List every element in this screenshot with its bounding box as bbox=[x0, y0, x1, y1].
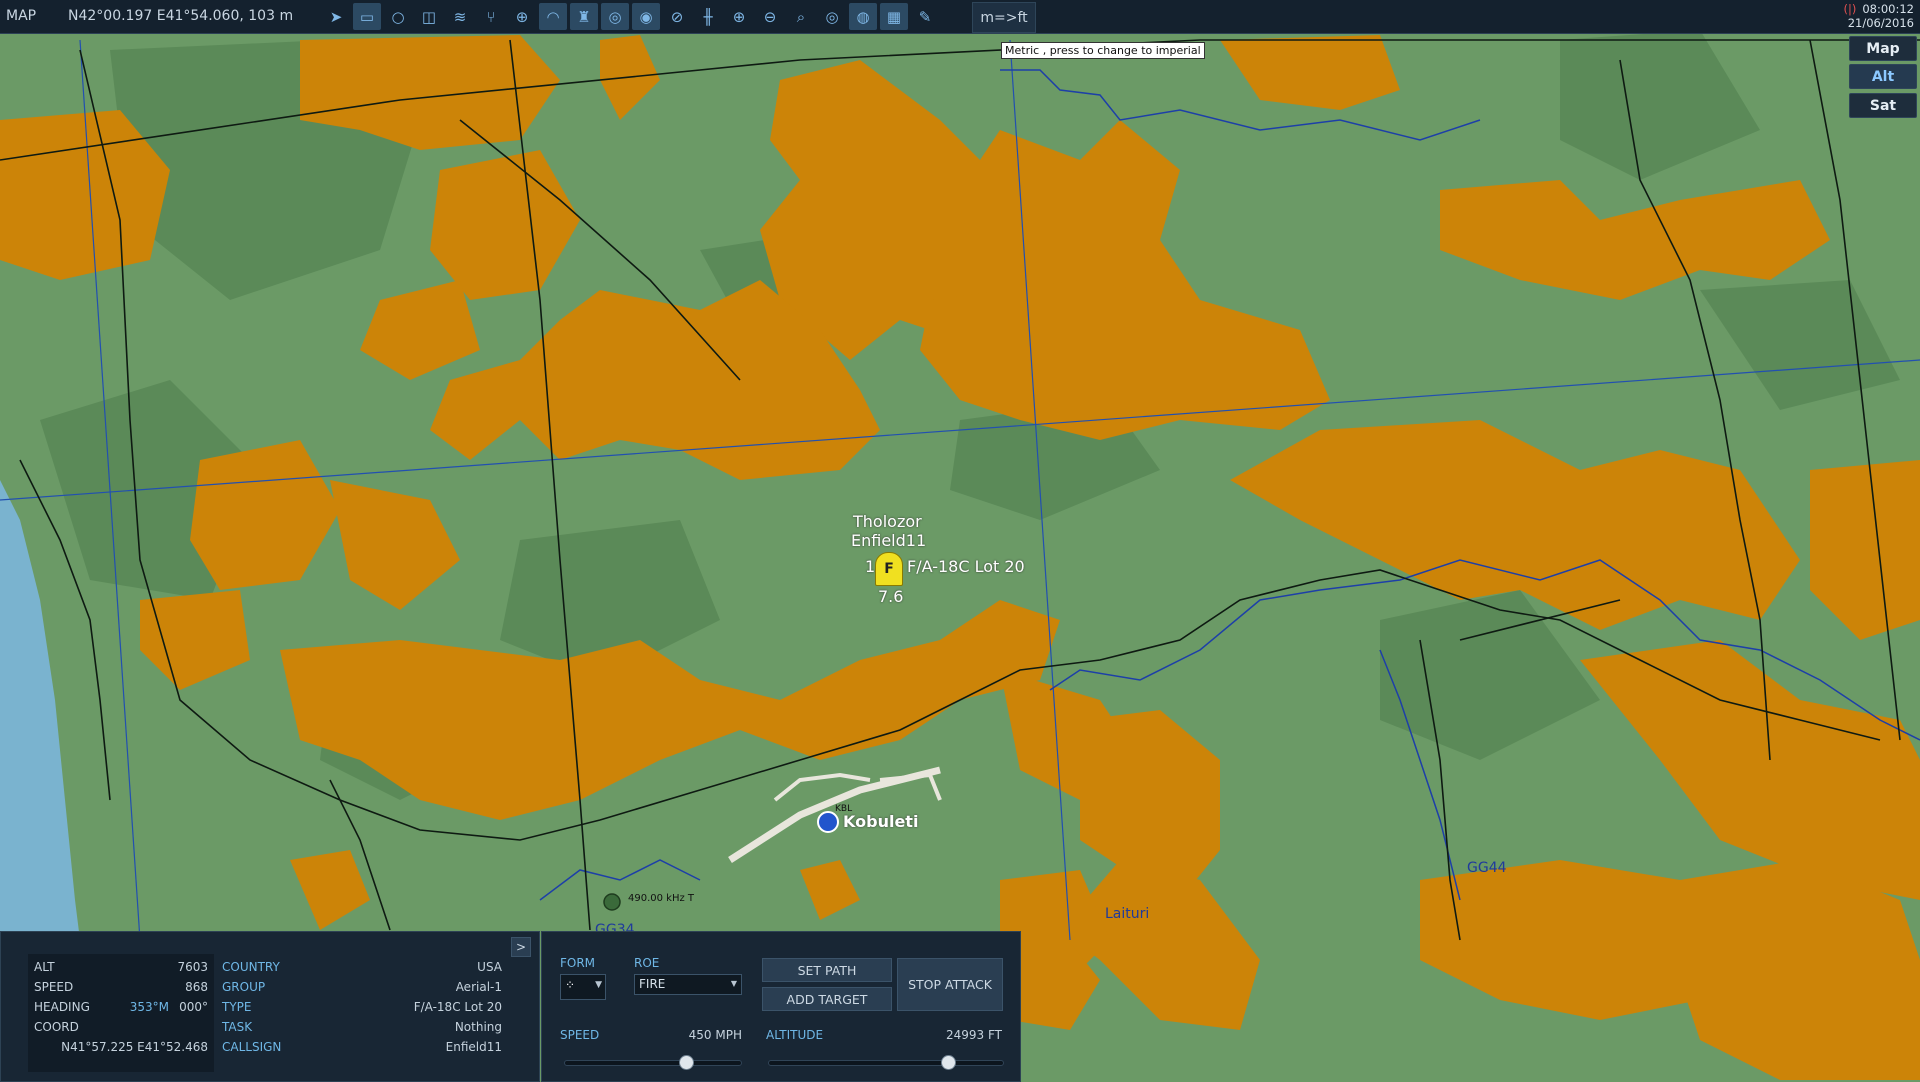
set-path-button[interactable]: SET PATH bbox=[762, 958, 892, 982]
callsign-value: Enfield11 bbox=[445, 1040, 502, 1054]
roe-label: ROE bbox=[634, 956, 660, 970]
type-label: TYPE bbox=[222, 1000, 252, 1014]
chevron-down-icon: ▼ bbox=[730, 979, 737, 988]
unit-callsign: Enfield11 bbox=[851, 531, 927, 550]
split-icon[interactable]: ⑂ bbox=[477, 3, 505, 30]
signal-strength-icon: (|) bbox=[1843, 2, 1857, 16]
wifi-icon[interactable]: ◠ bbox=[539, 3, 567, 30]
type-value: F/A-18C Lot 20 bbox=[413, 1000, 502, 1014]
unit-player-name: Tholozor bbox=[853, 512, 922, 531]
radar-icon[interactable]: ◎ bbox=[601, 3, 629, 30]
globe-icon[interactable]: ◍ bbox=[849, 3, 877, 30]
chevron-down-icon: ▼ bbox=[595, 980, 602, 990]
unit-type: F/A-18C Lot 20 bbox=[907, 557, 1025, 576]
group-value: Aerial-1 bbox=[455, 980, 502, 994]
road-icon[interactable]: ≋ bbox=[446, 3, 474, 30]
circle-icon[interactable]: ○ bbox=[384, 3, 412, 30]
clock: (|) 08:00:12 21/06/2016 bbox=[1843, 2, 1914, 30]
unit-marker-icon[interactable]: F bbox=[875, 552, 903, 586]
expand-panel-button[interactable]: > bbox=[511, 937, 531, 957]
roe-dropdown[interactable]: FIRE ▼ bbox=[634, 974, 742, 995]
layers-icon[interactable]: ◫ bbox=[415, 3, 443, 30]
unit-toggle-button[interactable]: m=>ft bbox=[972, 2, 1036, 33]
unit-count: 1 bbox=[865, 557, 876, 576]
country-value: USA bbox=[477, 960, 502, 974]
airfield-name[interactable]: Kobuleti bbox=[843, 812, 918, 831]
altitude-slider-handle[interactable] bbox=[941, 1055, 957, 1070]
speed-label: SPEED bbox=[34, 980, 74, 994]
ndb-frequency: 490.00 kHz T bbox=[628, 893, 695, 904]
ndb-beacon-icon[interactable] bbox=[603, 893, 621, 911]
coord-value: N41°57.225 E41°52.468 bbox=[61, 1040, 208, 1054]
map-type-map-button[interactable]: Map bbox=[1849, 36, 1917, 61]
altitude-slider[interactable] bbox=[768, 1055, 1004, 1070]
clock-date: 21/06/2016 bbox=[1847, 16, 1914, 30]
unit-info-panel: > ALT 7603 SPEED 868 HEADING 353°M 000° … bbox=[0, 931, 540, 1082]
radar-alt-icon[interactable]: ◉ bbox=[632, 3, 660, 30]
unit-marker-symbol: F bbox=[884, 561, 894, 577]
grid-icon[interactable]: ▦ bbox=[880, 3, 908, 30]
unit-altitude: 7.6 bbox=[878, 587, 904, 606]
clock-time: 08:00:12 bbox=[1862, 2, 1914, 16]
zoom-in-icon[interactable]: ⊕ bbox=[725, 3, 753, 30]
crosshair-icon[interactable]: ⊕ bbox=[508, 3, 536, 30]
map-type-sat-button[interactable]: Sat bbox=[1849, 93, 1917, 118]
heading-magnetic: 353°M bbox=[129, 1000, 169, 1014]
airfield-code: KBL bbox=[835, 804, 853, 814]
formation-dropdown[interactable]: ⁘ ▼ bbox=[560, 974, 606, 1000]
add-target-button[interactable]: ADD TARGET bbox=[762, 987, 892, 1011]
village-label: Laituri bbox=[1105, 906, 1150, 922]
speed-slider[interactable] bbox=[564, 1055, 742, 1070]
task-value: Nothing bbox=[454, 1020, 502, 1034]
map-canvas[interactable] bbox=[0, 0, 1920, 1080]
top-toolbar: MAP N42°00.197 E41°54.060, 103 m ➤ ▭ ○ ◫… bbox=[0, 0, 1920, 34]
speed-value: 450 MPH bbox=[688, 1028, 742, 1042]
task-label: TASK bbox=[222, 1020, 253, 1034]
zoom-fit-icon[interactable]: ⌕ bbox=[787, 3, 815, 30]
formation-icon: ⁘ bbox=[565, 978, 576, 992]
callsign-label: CALLSIGN bbox=[222, 1040, 282, 1054]
group-label: GROUP bbox=[222, 980, 266, 994]
heading-true: 000° bbox=[179, 1000, 208, 1014]
roe-value: FIRE bbox=[639, 977, 666, 991]
speed-value: 868 bbox=[185, 980, 208, 994]
unit-toggle-tooltip: Metric , press to change to imperial bbox=[1001, 42, 1205, 59]
map-type-alt-button[interactable]: Alt bbox=[1849, 64, 1917, 89]
unit-control-panel: FORM ⁘ ▼ ROE FIRE ▼ SET PATH ADD TARGET … bbox=[541, 931, 1021, 1082]
speed-label: SPEED bbox=[560, 1028, 600, 1042]
zoom-out-icon[interactable]: ⊖ bbox=[756, 3, 784, 30]
tool-strip: ➤ ▭ ○ ◫ ≋ ⑂ ⊕ ◠ ♜ ◎ ◉ ⊘ ╫ ⊕ ⊖ ⌕ ◎ ◍ ▦ ✎ bbox=[322, 3, 939, 30]
country-label: COUNTRY bbox=[222, 960, 280, 974]
radar-off-icon[interactable]: ⊘ bbox=[663, 3, 691, 30]
form-label: FORM bbox=[560, 956, 596, 970]
altitude-label: ALTITUDE bbox=[766, 1028, 824, 1042]
tower-icon[interactable]: ♜ bbox=[570, 3, 598, 30]
speed-slider-handle[interactable] bbox=[679, 1055, 695, 1070]
pencil-icon[interactable]: ✎ bbox=[911, 3, 939, 30]
cursor-coordinates: N42°00.197 E41°54.060, 103 m bbox=[68, 8, 294, 24]
grid-label-gg44: GG44 bbox=[1467, 860, 1507, 876]
heading-label: HEADING bbox=[34, 1000, 90, 1014]
altitude-value: 24993 FT bbox=[945, 1028, 1002, 1042]
navigate-icon[interactable]: ➤ bbox=[322, 3, 350, 30]
alt-label: ALT bbox=[34, 960, 55, 974]
measure-icon[interactable]: ▭ bbox=[353, 3, 381, 30]
stop-attack-button[interactable]: STOP ATTACK bbox=[897, 958, 1003, 1011]
ruler-icon[interactable]: ╫ bbox=[694, 3, 722, 30]
mode-label: MAP bbox=[6, 8, 37, 24]
target-icon[interactable]: ◎ bbox=[818, 3, 846, 30]
alt-value: 7603 bbox=[177, 960, 208, 974]
coord-label: COORD bbox=[34, 1020, 79, 1034]
